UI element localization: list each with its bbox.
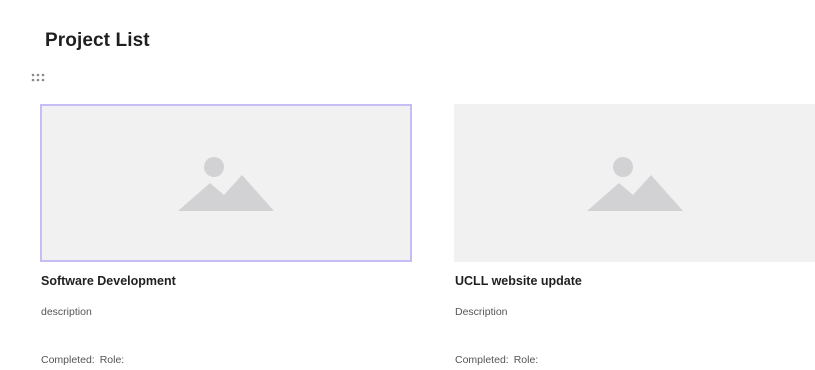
project-title[interactable]: Software Development [41,274,176,288]
project-card[interactable]: UCLL website update Description Complete… [454,104,815,366]
page-title: Project List [45,30,150,51]
project-description: Description [455,306,508,318]
role-label: Role: [99,354,125,366]
image-placeholder-icon [178,157,274,211]
completed-label: Completed: [41,354,95,366]
project-title[interactable]: UCLL website update [455,274,582,288]
project-meta: Completed: Role: [455,354,538,366]
project-description: description [41,306,92,318]
drag-handle-icon[interactable] [31,73,47,83]
project-card[interactable]: Software Development description Complet… [40,104,412,366]
project-image-placeholder[interactable] [454,104,815,262]
project-meta: Completed: Role: [41,354,124,366]
project-list-page: Project List Software Development descri… [0,0,815,370]
project-image-placeholder[interactable] [40,104,412,262]
image-placeholder-icon [586,157,683,211]
completed-label: Completed: [455,354,509,366]
role-label: Role: [513,354,539,366]
